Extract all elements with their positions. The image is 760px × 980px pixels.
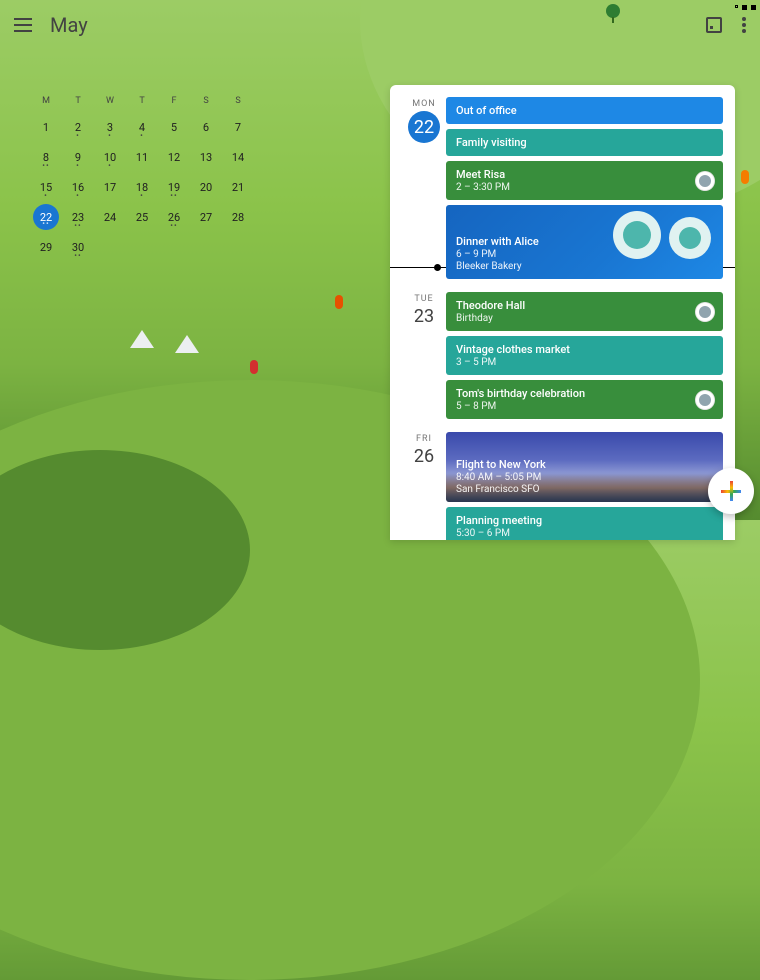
calendar-day[interactable]: 29 [30,232,62,262]
calendar-day[interactable]: 25 [126,202,158,232]
calendar-day[interactable]: 15• [30,172,62,202]
event-card[interactable]: Meet Risa2 – 3:30 PM [446,161,723,200]
decor-person [250,360,258,374]
calendar-day[interactable]: 28 [222,202,254,232]
dow-header: S [222,90,254,112]
calendar-day[interactable]: 13 [190,142,222,172]
calendar-day[interactable]: 6 [190,112,222,142]
calendar-day[interactable]: 1 [30,112,62,142]
calendar-day[interactable]: 10• [94,142,126,172]
mini-calendar: MTWTFSS12•3•4•5678••9•10•1112131415•16•1… [30,90,254,262]
calendar-day[interactable]: 20 [190,172,222,202]
calendar-day[interactable]: 18• [126,172,158,202]
calendar-day[interactable]: 17 [94,172,126,202]
calendar-day [190,232,222,262]
attendee-avatar [695,390,715,410]
agenda-date[interactable]: FRI26 [402,432,446,540]
event-card[interactable]: Vintage clothes market3 – 5 PM [446,336,723,375]
calendar-day [126,232,158,262]
calendar-day[interactable]: 27 [190,202,222,232]
calendar-day [94,232,126,262]
menu-icon[interactable] [14,18,32,32]
calendar-day [222,232,254,262]
event-card[interactable]: Dinner with Alice6 – 9 PMBleeker Bakery [446,205,723,279]
more-icon[interactable] [742,17,746,33]
today-icon[interactable] [706,17,722,33]
calendar-day[interactable]: 4• [126,112,158,142]
calendar-day[interactable]: 16• [62,172,94,202]
event-card[interactable]: Family visiting [446,129,723,156]
calendar-day[interactable]: 30•• [62,232,94,262]
decor-person [335,295,343,309]
agenda-panel: MON22Out of office Family visiting Meet Ri… [390,85,735,540]
dow-header: M [30,90,62,112]
calendar-day[interactable]: 26•• [158,202,190,232]
event-card[interactable]: Flight to New York8:40 AM – 5:05 PMSan F… [446,432,723,502]
calendar-day[interactable]: 21 [222,172,254,202]
calendar-day[interactable]: 22•• [33,204,59,230]
calendar-day[interactable]: 14 [222,142,254,172]
event-card[interactable]: Out of office [446,97,723,124]
decor-person [741,170,749,184]
attendee-avatar [695,171,715,191]
calendar-day [158,232,190,262]
calendar-day[interactable]: 7 [222,112,254,142]
calendar-day[interactable]: 12 [158,142,190,172]
calendar-day[interactable]: 24 [94,202,126,232]
attendee-avatar [695,302,715,322]
dow-header: T [62,90,94,112]
dow-header: S [190,90,222,112]
create-event-fab[interactable] [708,468,754,514]
calendar-day[interactable]: 3• [94,112,126,142]
page-title: May [50,13,88,37]
decor-tent [130,330,154,348]
event-card[interactable]: Theodore HallBirthday [446,292,723,331]
app-header: May [0,0,760,50]
decor-tent [175,335,199,353]
agenda-date[interactable]: MON22 [402,97,446,284]
agenda-scroll[interactable]: MON22Out of office Family visiting Meet Ri… [390,85,735,540]
agenda-date[interactable]: TUE23 [402,292,446,424]
calendar-day[interactable]: 8•• [30,142,62,172]
calendar-day[interactable]: 19•• [158,172,190,202]
calendar-day[interactable]: 5 [158,112,190,142]
dow-header: F [158,90,190,112]
dow-header: W [94,90,126,112]
dow-header: T [126,90,158,112]
event-card[interactable]: Tom's birthday celebration5 – 8 PM [446,380,723,419]
calendar-day[interactable]: 23•• [62,202,94,232]
calendar-day[interactable]: 11 [126,142,158,172]
calendar-day[interactable]: 2• [62,112,94,142]
calendar-day[interactable]: 9• [62,142,94,172]
event-card[interactable]: Planning meeting5:30 – 6 PM [446,507,723,540]
